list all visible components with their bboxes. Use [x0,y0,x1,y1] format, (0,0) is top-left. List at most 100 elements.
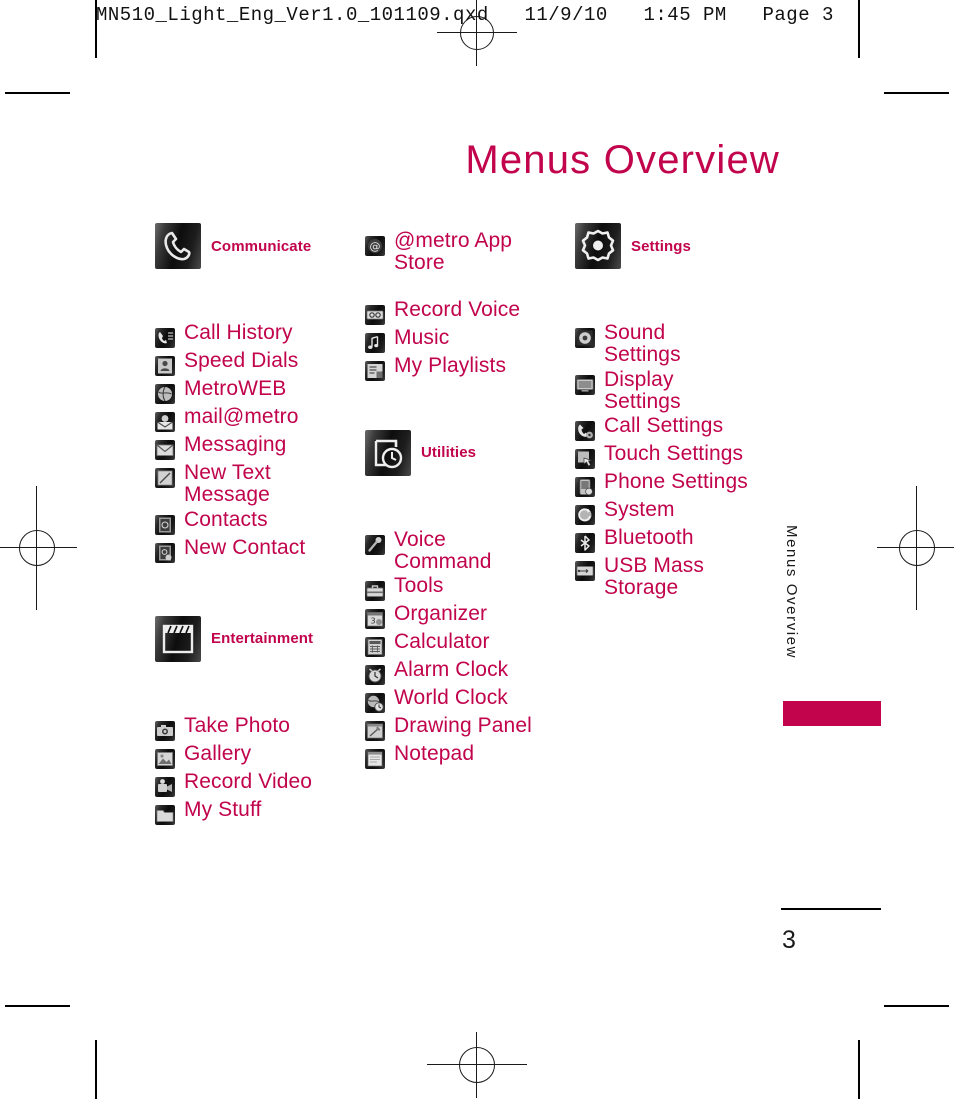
list-item[interactable]: Call History [155,321,355,348]
list-item[interactable]: Speed Dials [155,349,355,376]
list-item-label-line1: @metro App [394,229,513,252]
list-item[interactable]: Messaging [155,433,355,460]
list-item[interactable]: My Playlists [365,353,565,381]
list-item[interactable]: Calculator [365,630,565,657]
list-item[interactable]: Drawing Panel [365,714,565,741]
list-item-label: Messaging [184,433,287,456]
group-header-utilities[interactable]: Utilities [365,429,565,477]
list-item-label-line2: Command [394,549,492,573]
svg-text:@: @ [370,240,381,253]
list-item-label-line2: Store [394,251,445,275]
clapperboard-icon [155,615,201,662]
list-item[interactable]: Alarm Clock [365,658,565,685]
speed-dials-icon [155,356,175,376]
list-item[interactable]: Sound Settings [575,321,790,367]
list-item[interactable]: Take Photo [155,713,355,741]
globe-icon [155,384,175,404]
list-item-label: Phone Settings [604,470,748,493]
group-utilities: Utilities Voice Command Tools 3 Organize… [365,429,565,769]
list-item[interactable]: 3 Organizer [365,602,565,629]
list-item[interactable]: New Text Message [155,461,355,507]
usb-mass-storage-icon [575,561,595,581]
registration-mark-top [437,0,517,66]
list-item[interactable]: Tools [365,574,565,601]
list-item-label-line2: Message [184,483,270,507]
list-item[interactable]: Phone Settings [575,470,790,497]
envelope-icon [155,440,175,460]
list-item[interactable]: mail@metro [155,405,355,432]
page-number: 3 [782,926,796,954]
list-item-label: Speed Dials [184,349,299,372]
list-item[interactable]: Notepad [365,742,565,769]
group-header-entertainment[interactable]: Entertainment [155,615,355,663]
list-item[interactable]: Touch Settings [575,442,790,469]
crop-mark-bottom-left-vertical [95,1040,97,1099]
list-item[interactable]: Record Video [155,770,355,797]
list-item-label: Display Settings [604,367,681,414]
group-label: Communicate [211,237,312,255]
list-item-label: mail@metro [184,405,299,428]
list-item-label: Call History [184,321,293,344]
phone-settings-icon [575,477,595,497]
list-item-label: Drawing Panel [394,714,532,737]
list-item[interactable]: Contacts [155,507,355,535]
group-communicate: Communicate Call History Speed Dials Met… [155,222,355,563]
list-item-label: MetroWEB [184,377,287,400]
side-tab-marker [783,701,881,726]
list-item[interactable]: New Contact [155,536,355,563]
list-item[interactable]: World Clock [365,686,565,713]
list-item[interactable]: Display Settings [575,367,790,414]
list-item[interactable]: Record Voice [365,297,565,325]
registration-mark-right [877,486,954,610]
list-item[interactable]: Music [365,326,565,353]
list-item[interactable]: Voice Command [365,528,565,574]
list-item-label-line1: USB Mass [604,554,704,577]
list-item[interactable]: MetroWEB [155,377,355,404]
group-header-communicate[interactable]: Communicate [155,222,355,270]
list-item[interactable]: System [575,498,790,525]
folder-icon [155,804,175,825]
list-item-label: Take Photo [184,713,291,737]
camcorder-icon [155,776,175,797]
group-entertainment: Entertainment Take Photo Gallery Record … [155,615,355,825]
list-item[interactable]: Bluetooth [575,526,790,553]
list-item-label: @metro App Store [394,229,513,275]
svg-text:3: 3 [370,617,375,626]
phone-handset-icon [155,223,201,269]
toolbox-icon [365,581,385,601]
camera-icon [155,720,175,741]
at-metro-app-store-icon: @ [365,236,385,256]
list-item-label-line2: Storage [604,576,679,600]
side-tab-label: Menus Overview [783,525,800,660]
crop-mark-top-left-vertical [95,0,97,58]
list-item-label: Contacts [184,507,268,531]
group-settings: Settings Sound Settings Display Settings… [575,222,790,600]
list-item-label: USB Mass Storage [604,554,704,600]
items-communicate: Call History Speed Dials MetroWEB mail@m… [155,321,355,563]
column-3: Settings Sound Settings Display Settings… [575,222,790,602]
list-item[interactable]: USB Mass Storage [575,554,790,600]
contacts-icon [155,514,175,535]
list-item[interactable]: @ @metro App Store [365,229,565,275]
list-item[interactable]: Gallery [155,742,355,769]
list-item-label: Record Voice [394,297,521,321]
list-item[interactable]: My Stuff [155,798,355,825]
group-app-store: @ @metro App Store Record Voice Music My… [365,222,565,381]
group-header-settings[interactable]: Settings [575,222,790,270]
crop-mark-top-right-vertical [858,0,860,58]
items-settings: Sound Settings Display Settings Call Set… [575,321,790,600]
gear-icon [575,223,621,269]
column-2: @ @metro App Store Record Voice Music My… [365,222,565,771]
list-item-label: My Playlists [394,353,507,377]
list-item[interactable]: Call Settings [575,414,790,441]
list-item-label-line1: Display [604,367,674,391]
notepad-icon [365,749,385,769]
list-item-label: Notepad [394,742,475,765]
organizer-calendar-icon: 3 [365,609,385,629]
list-item-label-line1: New Text [184,461,271,484]
touch-settings-icon [575,449,595,469]
crop-mark-left-bottom-horizontal [5,1005,70,1007]
